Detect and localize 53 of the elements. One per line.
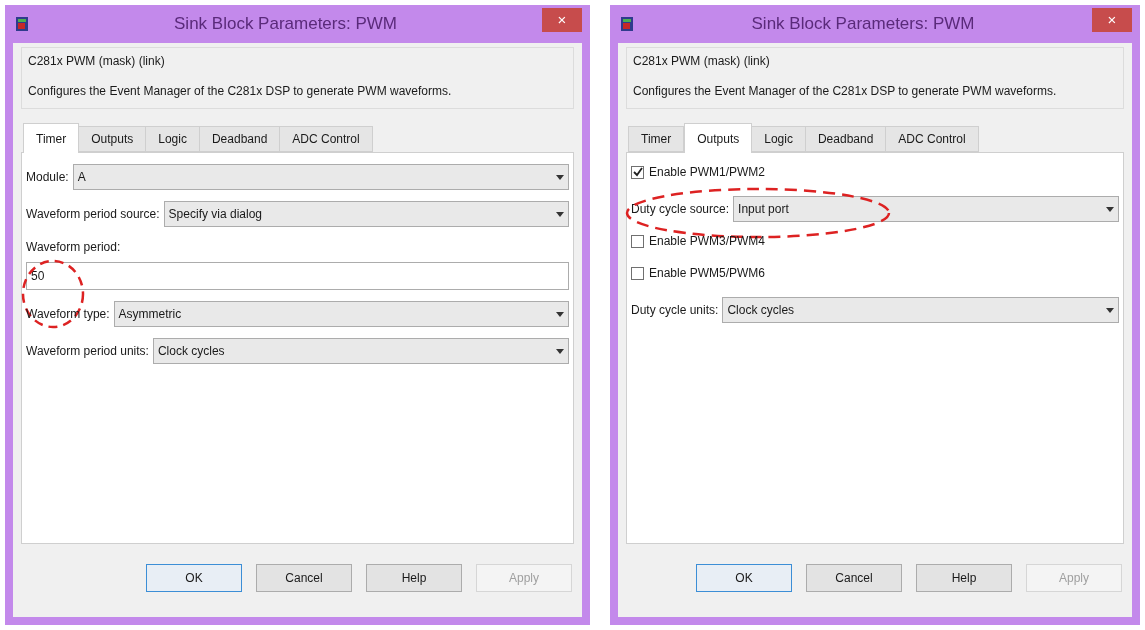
tab[interactable]: Timer [628, 126, 685, 152]
app-icon [15, 16, 29, 32]
tab[interactable]: ADC Control [280, 126, 373, 152]
checkbox-label: Enable PWM5/PWM6 [649, 265, 766, 282]
description-text: Configures the Event Manager of the C281x DSP to generate PWM waveforms. [633, 83, 1058, 100]
caret-icon [1106, 307, 1114, 313]
app-icon [620, 16, 634, 32]
checkbox[interactable] [631, 165, 644, 179]
dropdown[interactable]: Asymmetric [113, 301, 569, 327]
dialog-button[interactable]: Cancel [806, 564, 902, 592]
dialog-button[interactable]: OK [696, 564, 792, 592]
checkbox[interactable] [631, 266, 644, 280]
tab[interactable]: Outputs [79, 126, 147, 152]
tab[interactable]: Outputs [684, 123, 753, 153]
dropdown[interactable]: Specify via dialog [163, 201, 569, 227]
field-label: Module: [26, 169, 69, 186]
caret-icon [556, 311, 564, 317]
field-label: Waveform period source: [26, 206, 160, 223]
field-label: Waveform period: [26, 239, 122, 256]
dialog-button[interactable]: Cancel [256, 564, 352, 592]
dropdown[interactable]: A [72, 164, 569, 190]
tab[interactable]: ADC Control [886, 126, 979, 152]
caret-icon [556, 174, 564, 180]
dialog-button[interactable]: Help [916, 564, 1012, 592]
close-button[interactable]: × [1092, 8, 1132, 32]
mask-name: C281x PWM (mask) (link) [28, 53, 166, 70]
tab[interactable]: Deadband [805, 126, 887, 152]
checkmark-icon [632, 167, 643, 177]
field-label: Duty cycle units: [631, 302, 719, 319]
tab[interactable]: Timer [23, 123, 80, 153]
window-title: Sink Block Parameters: PWM [750, 13, 976, 36]
checkbox[interactable] [631, 234, 644, 248]
field-label: Waveform type: [26, 306, 110, 323]
dialog-button[interactable]: OK [146, 564, 242, 592]
field-label: Duty cycle source: [631, 201, 730, 218]
checkbox-label: Enable PWM3/PWM4 [649, 233, 766, 250]
mask-name: C281x PWM (mask) (link) [633, 53, 771, 70]
field-label: Waveform period units: [26, 343, 149, 360]
dropdown[interactable]: Clock cycles [722, 297, 1119, 323]
caret-icon [556, 211, 564, 217]
tab[interactable]: Logic [146, 126, 200, 152]
close-button[interactable]: × [542, 8, 582, 32]
dropdown[interactable]: Input port [733, 196, 1119, 222]
description-text: Configures the Event Manager of the C281x DSP to generate PWM waveforms. [28, 83, 453, 100]
window-title: Sink Block Parameters: PWM [173, 13, 398, 36]
dialog-button[interactable]: Help [366, 564, 462, 592]
tab[interactable]: Logic [752, 126, 806, 152]
checkbox-label: Enable PWM1/PWM2 [649, 164, 766, 181]
dropdown[interactable]: Clock cycles [152, 338, 569, 364]
caret-icon [556, 348, 564, 354]
tab[interactable]: Deadband [199, 126, 281, 152]
input-field[interactable]: 50 [26, 262, 569, 290]
caret-icon [1106, 206, 1114, 212]
